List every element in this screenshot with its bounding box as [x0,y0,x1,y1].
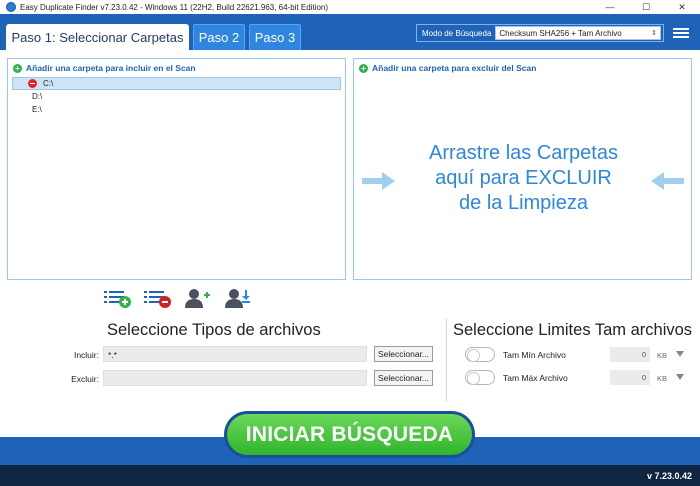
folder-item[interactable]: C:\ [12,77,341,90]
include-panel-header-label: Añadir una carpeta para incluir en el Sc… [26,63,196,73]
search-mode-select[interactable]: Checksum SHA256 + Tam Archivo ⇕ [495,26,661,40]
max-size-label: Tam Máx Archivo [503,373,568,383]
window-title: Easy Duplicate Finder v7.23.0.42 - Windo… [20,2,329,12]
updown-arrows-icon: ⇕ [651,30,657,37]
remove-circle-icon[interactable] [28,79,37,88]
version-label: v 7.23.0.42 [646,470,692,481]
add-user-icon[interactable] [184,288,212,308]
folder-path: D:\ [32,92,43,101]
search-mode-label: Modo de Búsqueda [422,28,492,38]
exclude-panel-header[interactable]: + Añadir una carpeta para excluir del Sc… [354,59,691,77]
download-user-icon[interactable] [224,288,252,308]
search-mode-value: Checksum SHA256 + Tam Archivo [499,28,622,38]
status-footer: v 7.23.0.42 [0,465,700,486]
hamburger-menu-icon[interactable] [673,26,689,40]
folder-item[interactable]: E:\ [12,103,341,116]
add-circle-icon: + [359,63,368,73]
start-search-button[interactable]: INICIAR BÚSQUEDA [224,411,475,458]
include-panel-header[interactable]: + Añadir una carpeta para incluir en el … [8,59,345,77]
min-size-input[interactable]: 0 [610,347,650,362]
include-label: Incluir: [73,350,99,360]
remove-list-icon[interactable] [144,288,172,308]
include-folders-panel[interactable]: + Añadir una carpeta para incluir en el … [7,58,346,280]
exclude-folders-panel[interactable]: + Añadir una carpeta para excluir del Sc… [353,58,692,280]
drop-message-line: Arrastre las Carpetas [429,142,618,164]
include-select-button[interactable]: Seleccionar... [374,346,433,362]
min-size-toggle[interactable] [465,347,495,362]
add-circle-icon: + [13,63,22,73]
drop-message-line: de la Limpieza [459,192,588,214]
title-bar: Easy Duplicate Finder v7.23.0.42 - Windo… [0,0,700,14]
minimize-button[interactable]: — [592,0,628,14]
add-list-icon[interactable] [104,288,132,308]
include-extensions-field[interactable]: *.* [103,346,367,362]
folder-item[interactable]: D:\ [12,90,341,103]
folder-path: C:\ [43,79,54,88]
exclude-extensions-field[interactable] [103,370,367,386]
exclude-drop-message: Arrastre las Carpetas aquí para EXCLUIR … [394,141,653,216]
max-size-unit: KB [657,374,668,383]
max-size-toggle[interactable] [465,370,495,385]
folder-path: E:\ [32,105,42,114]
max-size-dropdown-icon[interactable] [676,374,684,380]
maximize-button[interactable]: ☐ [628,0,664,14]
min-size-dropdown-icon[interactable] [676,351,684,357]
exclude-panel-header-label: Añadir una carpeta para excluir del Scan [372,63,537,73]
tab-step-1[interactable]: Paso 1: Seleccionar Carpetas [6,24,189,50]
arrow-left-icon [651,172,684,190]
tab-step-2[interactable]: Paso 2 [193,24,245,50]
exclude-label: Excluir: [71,374,99,384]
exclude-select-button[interactable]: Seleccionar... [374,370,433,386]
search-mode-group: Modo de Búsqueda Checksum SHA256 + Tam A… [416,24,664,42]
tab-step-3[interactable]: Paso 3 [249,24,301,50]
file-types-title: Seleccione Tipos de archivos [107,321,321,339]
min-size-unit: KB [657,351,668,360]
close-button[interactable]: ✕ [664,0,700,14]
size-limits-title: Seleccione Limites Tam archivos [453,321,693,339]
arrow-right-icon [362,172,395,190]
max-size-input[interactable]: 0 [610,370,650,385]
drop-message-line: aquí para EXCLUIR [435,167,612,189]
section-divider [446,318,447,402]
app-logo-icon [6,2,16,12]
min-size-label: Tam Mín Archivo [503,350,566,360]
start-search-button-label: INICIAR BÚSQUEDA [227,414,472,455]
